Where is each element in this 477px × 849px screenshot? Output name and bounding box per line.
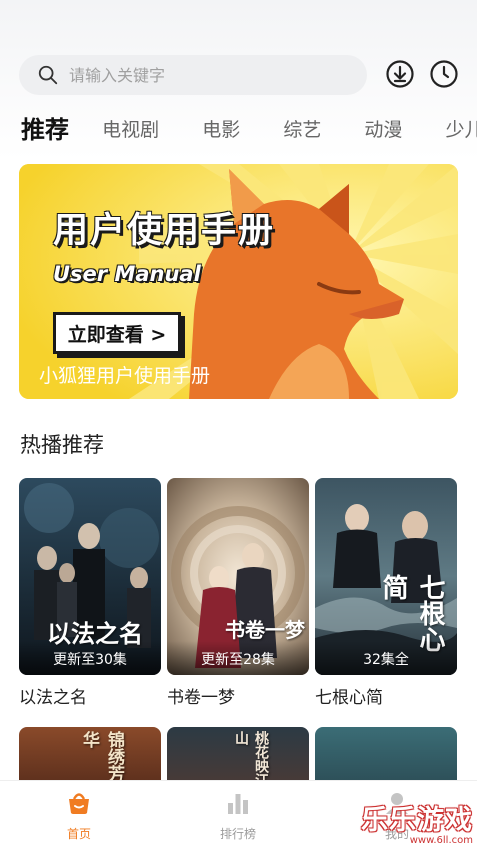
nav-home[interactable]: 首页	[39, 791, 119, 842]
show-poster[interactable]: 七根心简 32集全	[315, 478, 457, 675]
episode-badge: 更新至30集	[19, 641, 161, 675]
episode-badge: 32集全	[315, 641, 457, 675]
view-now-button[interactable]: 立即查看 >	[53, 312, 181, 354]
show-poster-partial[interactable]: 桃花映江山	[167, 727, 309, 787]
show-title: 七根心简	[315, 688, 383, 708]
show-title: 以法之名	[19, 688, 87, 708]
show-poster-partial[interactable]	[315, 727, 457, 787]
show-title: 书卷一梦	[167, 688, 235, 708]
nav-home-label: 首页	[66, 827, 91, 841]
watermark-text: 乐乐游戏	[361, 805, 473, 836]
section-title-hot: 热播推荐	[20, 433, 104, 457]
search-input[interactable]	[69, 65, 329, 85]
show-poster[interactable]: 书卷一梦 更新至28集	[167, 478, 309, 675]
poster-title-text: 锦绣芳华	[79, 731, 124, 782]
tab-variety[interactable]: 综艺	[283, 112, 321, 148]
history-icon[interactable]	[429, 59, 459, 89]
show-poster-partial[interactable]: 锦绣芳华	[19, 727, 161, 787]
site-watermark: 乐乐游戏 www.6ll.com	[361, 798, 473, 846]
tab-anime[interactable]: 动漫	[364, 112, 402, 148]
episode-badge: 更新至28集	[167, 641, 309, 675]
tab-kids[interactable]: 少儿	[446, 112, 477, 148]
banner-subtitle: User Manual	[53, 262, 201, 286]
search-box[interactable]	[19, 55, 367, 95]
ranking-icon	[228, 794, 248, 814]
nav-ranking[interactable]: 排行榜	[198, 791, 278, 842]
home-icon	[69, 793, 89, 814]
show-card[interactable]: 书卷一梦 更新至28集 书卷一梦	[167, 478, 309, 708]
nav-ranking-label: 排行榜	[219, 827, 256, 841]
show-poster[interactable]: 以法之名 更新至30集	[19, 478, 161, 675]
download-icon[interactable]	[385, 59, 415, 89]
banner-caption: 小狐狸用户使用手册	[39, 365, 211, 387]
poster-title-text: 桃花映江山	[233, 731, 269, 787]
tab-movies[interactable]: 电影	[202, 112, 240, 148]
poster-title-text: 书卷一梦	[225, 618, 305, 642]
tab-tv-series[interactable]: 电视剧	[102, 112, 159, 148]
banner-title: 用户使用手册	[53, 211, 276, 251]
tab-recommend[interactable]: 推荐	[21, 112, 69, 148]
promo-banner[interactable]: 用户使用手册 User Manual 立即查看 > 小狐狸用户使用手册	[19, 164, 458, 399]
show-card[interactable]: 以法之名 更新至30集 以法之名	[19, 478, 161, 708]
search-row	[19, 55, 467, 95]
search-icon	[38, 65, 58, 85]
category-tabs: 推荐 电视剧 电影 综艺 动漫 少儿	[21, 112, 477, 148]
show-card[interactable]: 七根心简 32集全 七根心简	[315, 478, 457, 708]
